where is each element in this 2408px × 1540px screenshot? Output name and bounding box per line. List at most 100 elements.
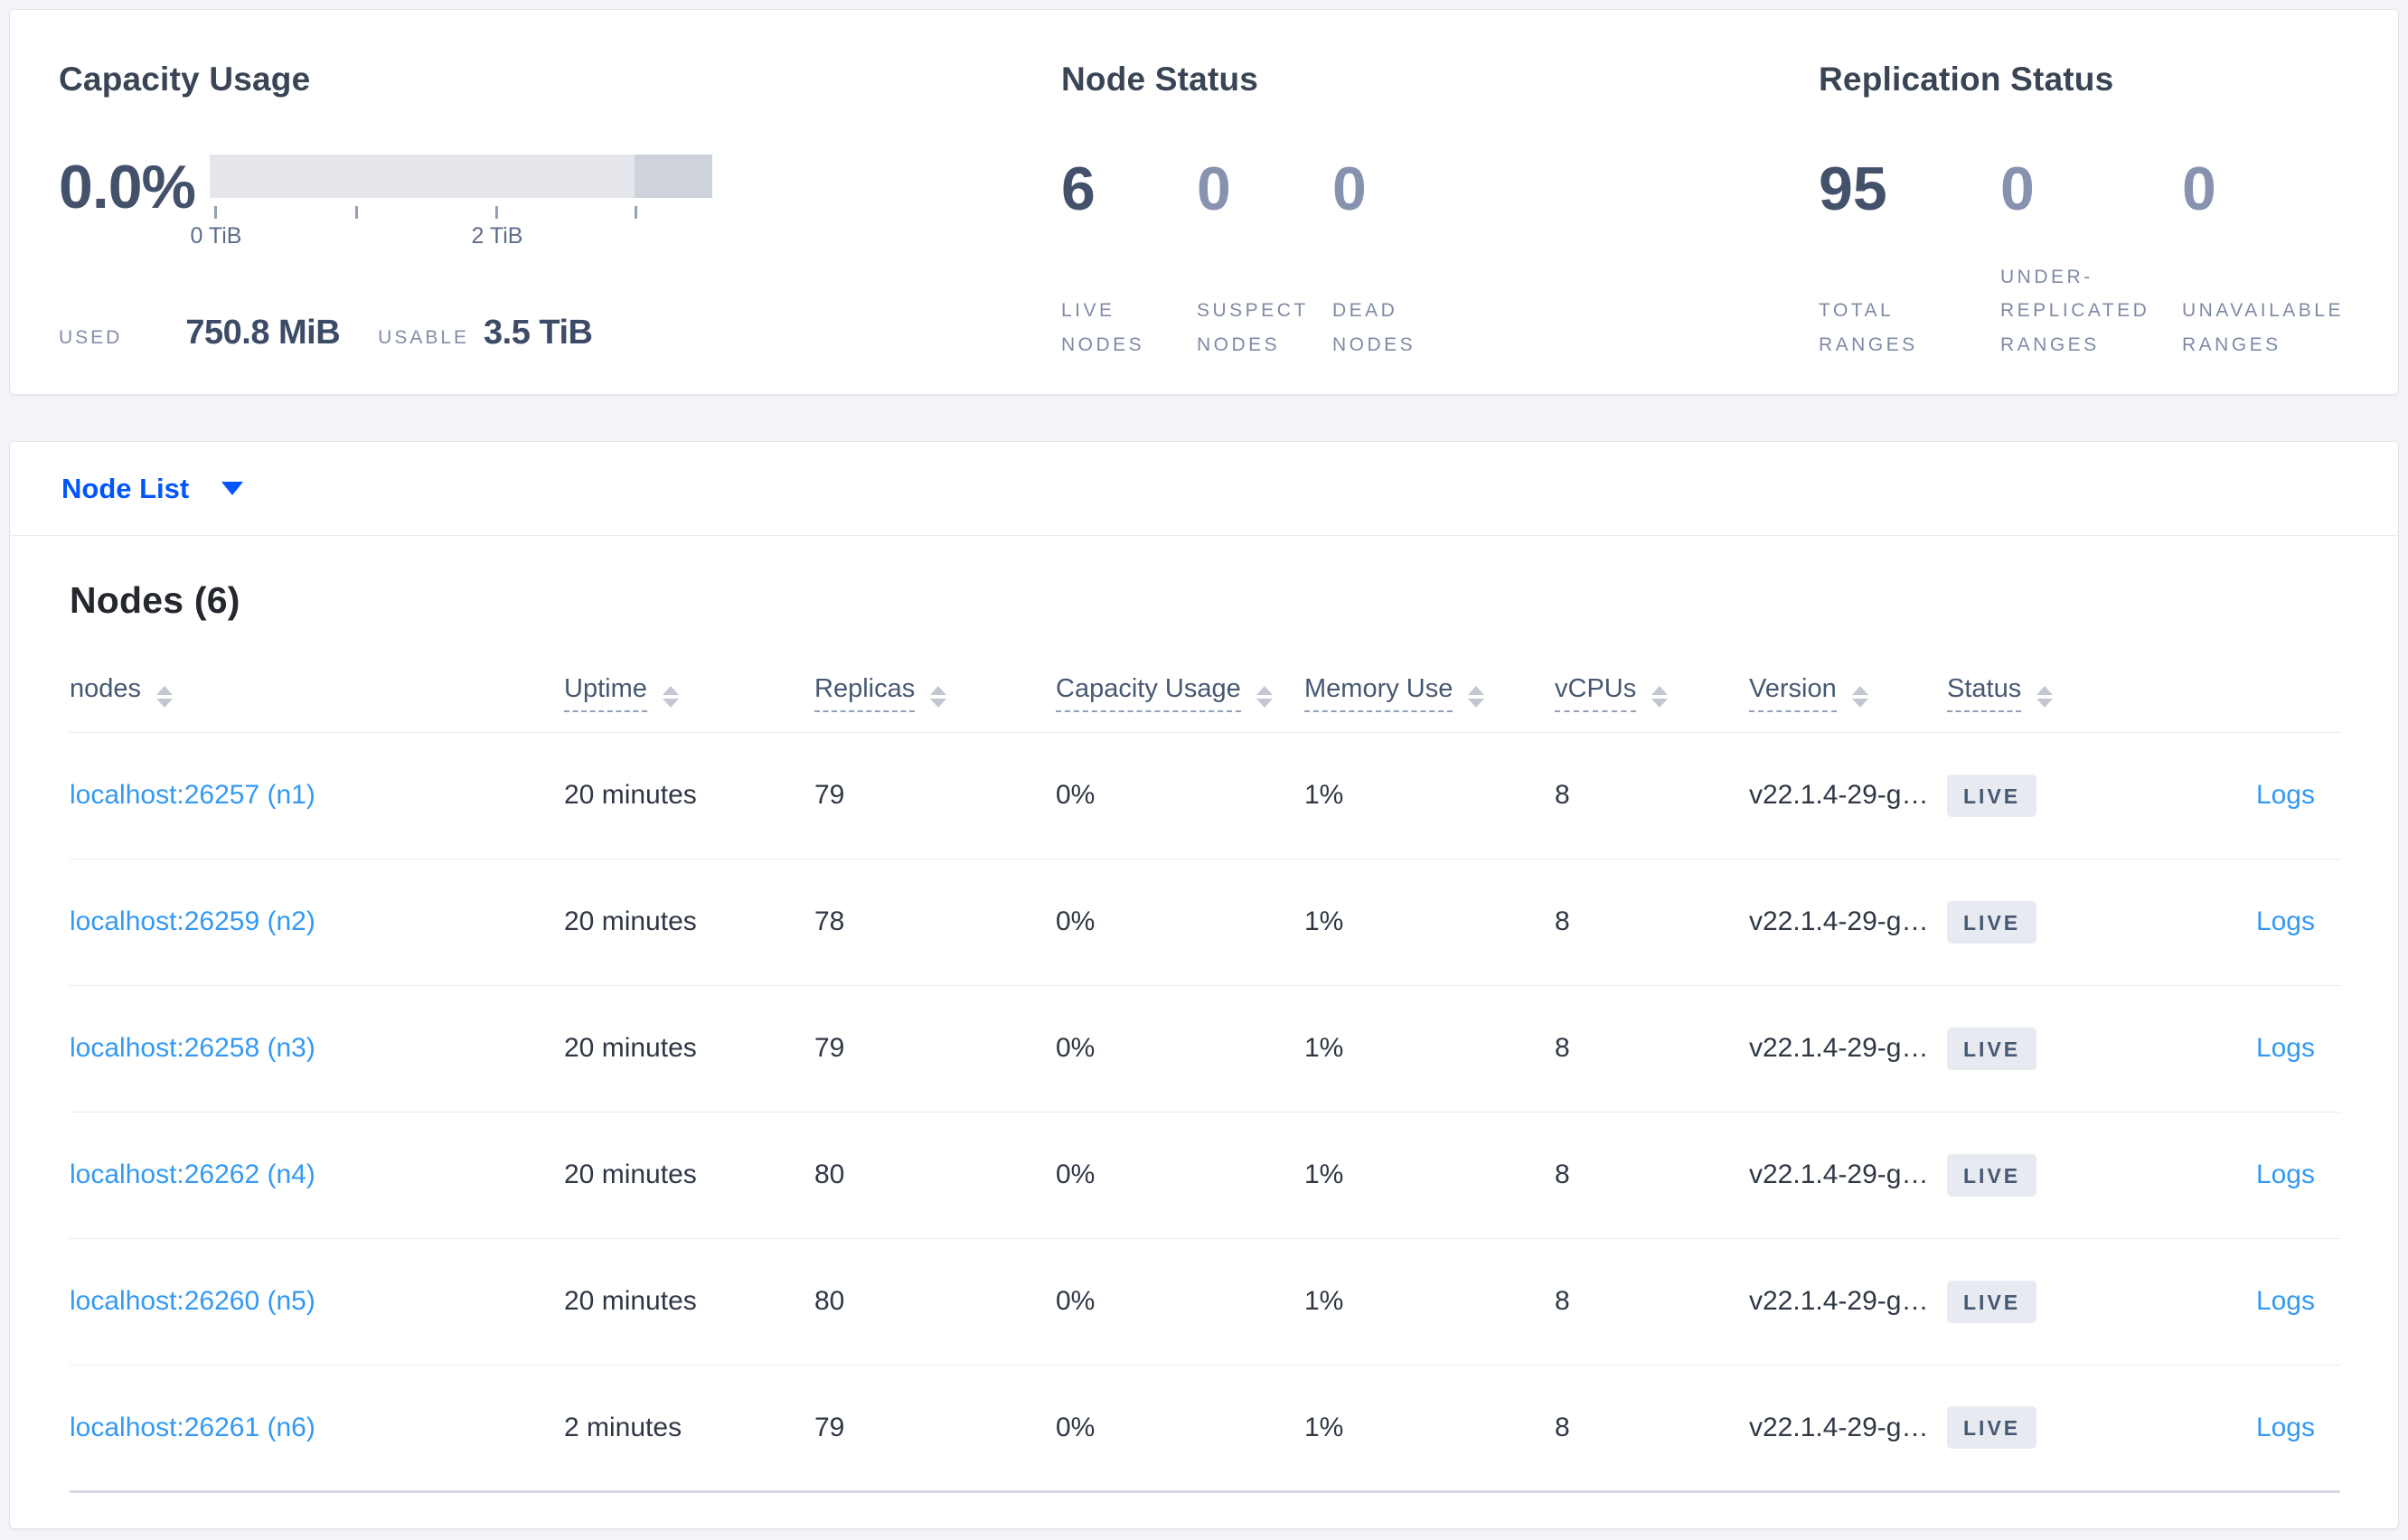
unavailable-label: UNAVAILABLE RANGES [2182,300,2344,355]
memory-cell: 1% [1304,1112,1555,1239]
logs-link[interactable]: Logs [2256,906,2315,936]
under-replicated-ranges-stat: 0 UNDER-REPLICATED RANGES [2000,158,2182,362]
dead-nodes-label: DEAD NODES [1332,300,1416,355]
axis-tick-label: 2 TiB [471,223,523,249]
dead-nodes-count: 0 [1332,155,1367,223]
node-list-dropdown[interactable]: Node List [61,472,244,505]
node-status-title: Node Status [1061,61,1259,98]
capacity-cell: 0% [1056,859,1304,986]
capacity-bar-reserved-segment [635,155,712,198]
replicas-cell: 79 [814,1365,1056,1493]
col-header-replicas[interactable]: Replicas [814,651,1056,732]
col-header-status[interactable]: Status [1947,651,2173,732]
axis-tick [635,206,637,219]
capacity-usage-section: Capacity Usage 0.0% 0 TiB 2 TiB USED 750… [59,61,999,352]
status-badge: LIVE [1947,1027,2037,1070]
total-ranges-stat: 95 TOTAL RANGES [1819,158,2000,362]
node-list-panel: Node List Nodes (6) nodes Uptime Replica… [9,441,2399,1529]
col-header-version[interactable]: Version [1749,651,1947,732]
axis-tick [214,206,217,219]
logs-link[interactable]: Logs [2256,780,2315,810]
col-header-uptime[interactable]: Uptime [564,651,814,732]
vcpus-cell: 8 [1555,859,1749,986]
capacity-bar-usable-segment [210,155,635,198]
col-header-memory-use[interactable]: Memory Use [1304,651,1555,732]
uptime-cell: 20 minutes [564,1112,814,1239]
version-cell: v22.1.4-29-g… [1749,1238,1947,1366]
used-label: USED [59,327,123,348]
version-cell: v22.1.4-29-g… [1749,985,1947,1113]
sort-icon [930,686,947,709]
node-link[interactable]: localhost:26259 (n2) [70,906,315,936]
memory-cell: 1% [1304,1365,1555,1493]
sort-icon [1651,686,1669,709]
version-cell: v22.1.4-29-g… [1749,1112,1947,1239]
replication-status-title: Replication Status [1819,61,2114,98]
capacity-bar: 0 TiB 2 TiB [191,155,712,250]
replicas-cell: 79 [814,731,1056,859]
status-badge: LIVE [1947,1153,2037,1197]
table-row: localhost:26257 (n1) 20 minutes 79 0% 1%… [70,731,2340,859]
vcpus-cell: 8 [1555,985,1749,1113]
status-badge: LIVE [1947,774,2037,817]
replication-status-section: Replication Status 95 TOTAL RANGES 0 UND… [1819,61,2379,362]
capacity-usage-title: Capacity Usage [59,61,311,98]
node-link[interactable]: localhost:26262 (n4) [70,1160,315,1189]
replicas-cell: 80 [814,1238,1056,1366]
axis-tick [355,206,358,219]
version-cell: v22.1.4-29-g… [1749,859,1947,986]
capacity-percent-value: 0.0% [59,153,196,221]
uptime-cell: 2 minutes [564,1365,814,1493]
capacity-cell: 0% [1056,1238,1304,1366]
node-link[interactable]: localhost:26261 (n6) [70,1413,315,1442]
usable-label: USABLE [378,327,470,348]
uptime-cell: 20 minutes [564,859,814,986]
table-row: localhost:26261 (n6) 2 minutes 79 0% 1% … [70,1365,2340,1493]
uptime-cell: 20 minutes [564,985,814,1113]
under-replicated-count: 0 [2000,155,2035,223]
logs-link[interactable]: Logs [2256,1160,2315,1189]
live-nodes-stat: 6 LIVE NODES [1061,158,1197,362]
capacity-cell: 0% [1056,731,1304,859]
replicas-cell: 79 [814,985,1056,1113]
col-header-capacity-usage[interactable]: Capacity Usage [1056,651,1304,732]
vcpus-cell: 8 [1555,1112,1749,1239]
axis-tick-label: 0 TiB [190,223,242,249]
status-badge: LIVE [1947,900,2037,944]
vcpus-cell: 8 [1555,731,1749,859]
node-link[interactable]: localhost:26258 (n3) [70,1033,315,1063]
sort-icon [1468,686,1485,709]
logs-link[interactable]: Logs [2256,1413,2315,1442]
chevron-down-icon [221,482,244,495]
node-list-dropdown-label: Node List [61,472,190,504]
node-link[interactable]: localhost:26257 (n1) [70,780,315,810]
col-header-logs-empty [2173,651,2340,732]
cluster-summary-panel: Capacity Usage 0.0% 0 TiB 2 TiB USED 750… [9,9,2399,395]
node-link[interactable]: localhost:26260 (n5) [70,1286,315,1316]
capacity-axis-ticks [210,206,712,220]
table-header-row: nodes Uptime Replicas Capacity Usage Mem… [70,651,2340,732]
unavailable-count: 0 [2182,155,2216,223]
unavailable-ranges-stat: 0 UNAVAILABLE RANGES [2182,158,2376,362]
memory-cell: 1% [1304,731,1555,859]
uptime-cell: 20 minutes [564,731,814,859]
logs-link[interactable]: Logs [2256,1286,2315,1316]
live-nodes-label: LIVE NODES [1061,300,1145,355]
memory-cell: 1% [1304,1238,1555,1366]
col-header-nodes[interactable]: nodes [70,651,564,732]
suspect-nodes-label: SUSPECT NODES [1197,300,1309,355]
capacity-cell: 0% [1056,1365,1304,1493]
nodes-heading: Nodes (6) [70,579,240,621]
node-status-section: Node Status 6 LIVE NODES 0 SUSPECT NODES… [1061,61,1748,362]
capacity-cell: 0% [1056,1112,1304,1239]
version-cell: v22.1.4-29-g… [1749,731,1947,859]
sort-icon [1256,686,1273,709]
logs-link[interactable]: Logs [2256,1033,2315,1063]
used-value: 750.8 MiB [185,314,341,352]
replicas-cell: 78 [814,859,1056,986]
under-replicated-label: UNDER-REPLICATED RANGES [2000,266,2150,355]
col-header-vcpus[interactable]: vCPUs [1555,651,1749,732]
vcpus-cell: 8 [1555,1238,1749,1366]
live-nodes-count: 6 [1061,155,1096,223]
version-cell: v22.1.4-29-g… [1749,1365,1947,1493]
